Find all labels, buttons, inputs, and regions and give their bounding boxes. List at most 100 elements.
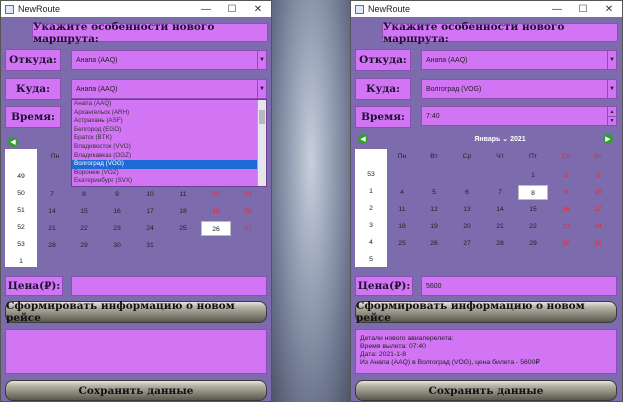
- calendar-day[interactable]: 13: [233, 187, 263, 202]
- calendar-day[interactable]: 23: [551, 219, 581, 234]
- calendar-day[interactable]: 18: [168, 204, 198, 219]
- dropdown-option[interactable]: Владивосток (VVO): [72, 143, 266, 152]
- dropdown-option[interactable]: Анапа (AAQ): [72, 100, 266, 109]
- close-icon[interactable]: ✕: [245, 4, 271, 15]
- next-month-icon[interactable]: ▶: [603, 134, 613, 144]
- calendar-day[interactable]: 24: [583, 219, 613, 234]
- minimize-icon[interactable]: —: [544, 4, 570, 15]
- calendar-day[interactable]: 28: [485, 236, 515, 251]
- dropdown-option[interactable]: Волгоград (VOG): [72, 160, 266, 169]
- calendar-day[interactable]: 13: [452, 202, 482, 217]
- dropdown-option[interactable]: Владикавказ (OGZ): [72, 152, 266, 161]
- calendar-day[interactable]: 28: [37, 238, 67, 253]
- maximize-icon[interactable]: ☐: [570, 4, 596, 15]
- calendar-day[interactable]: 29: [69, 238, 99, 253]
- calendar-day[interactable]: 21: [485, 219, 515, 234]
- calendar-day[interactable]: 4: [387, 185, 417, 200]
- calendar-day[interactable]: 20: [452, 219, 482, 234]
- dropdown-option[interactable]: Екатеринбург (SVX): [72, 177, 266, 186]
- maximize-icon[interactable]: ☐: [219, 4, 245, 15]
- calendar-day[interactable]: 21: [37, 221, 67, 236]
- week-number: 5: [369, 256, 373, 263]
- chevron-down-icon[interactable]: ⌄: [502, 136, 508, 143]
- from-select[interactable]: Анапа (AAQ) ▼: [71, 50, 267, 70]
- time-input[interactable]: 7:40 ▲ ▼: [421, 106, 617, 126]
- close-icon[interactable]: ✕: [596, 4, 622, 15]
- calendar-day[interactable]: 14: [37, 204, 67, 219]
- calendar-day[interactable]: 8: [69, 187, 99, 202]
- calendar-day[interactable]: 26: [201, 221, 231, 236]
- calendar-day[interactable]: 12: [201, 187, 231, 202]
- to-select[interactable]: Волгоград (VOG) ▼: [421, 79, 617, 99]
- calendar-day[interactable]: 16: [551, 202, 581, 217]
- dropdown-option[interactable]: Братск (BTK): [72, 134, 266, 143]
- chevron-down-icon[interactable]: ▼: [607, 80, 616, 98]
- calendar-day[interactable]: 19: [419, 219, 449, 234]
- calendar-day[interactable]: 6: [452, 185, 482, 200]
- price-input[interactable]: 5600: [421, 276, 617, 296]
- price-input[interactable]: [71, 276, 267, 296]
- prev-month-icon[interactable]: ◀: [358, 134, 368, 144]
- spin-up-icon[interactable]: ▲: [607, 107, 616, 116]
- calendar-day[interactable]: 26: [419, 236, 449, 251]
- save-button[interactable]: Сохранить данные: [5, 380, 267, 401]
- dropdown-option[interactable]: Белгород (EGO): [72, 126, 266, 135]
- calendar-day[interactable]: 14: [485, 202, 515, 217]
- dropdown-scrollbar[interactable]: [257, 100, 266, 186]
- generate-info-button[interactable]: Сформировать информацию о новом рейсе: [5, 300, 267, 324]
- calendar-day[interactable]: 11: [387, 202, 417, 217]
- calendar-day[interactable]: 1: [518, 168, 548, 183]
- to-select[interactable]: Анапа (AAQ) ▼: [71, 79, 267, 99]
- calendar-day[interactable]: 12: [419, 202, 449, 217]
- calendar-month[interactable]: Январь: [474, 136, 500, 143]
- calendar-day[interactable]: 27: [452, 236, 482, 251]
- calendar-day[interactable]: 3: [583, 168, 613, 183]
- spin-down-icon[interactable]: ▼: [607, 116, 616, 125]
- calendar-day[interactable]: 17: [583, 202, 613, 217]
- calendar-day[interactable]: 2: [551, 168, 581, 183]
- chevron-down-icon[interactable]: ▼: [257, 80, 266, 98]
- calendar-day[interactable]: 15: [69, 204, 99, 219]
- calendar-day[interactable]: 18: [387, 219, 417, 234]
- dropdown-option[interactable]: Астрахань (ASF): [72, 117, 266, 126]
- info-panel: Детали нового авиаперелета: Время вылета:…: [355, 329, 617, 374]
- calendar-day[interactable]: 11: [168, 187, 198, 202]
- dropdown-option[interactable]: Архангельск (ARH): [72, 109, 266, 118]
- calendar-day[interactable]: 7: [37, 187, 67, 202]
- calendar-day[interactable]: 22: [69, 221, 99, 236]
- calendar-day[interactable]: 5: [419, 185, 449, 200]
- calendar-day[interactable]: 15: [518, 202, 548, 217]
- calendar-day[interactable]: 8: [518, 185, 548, 200]
- calendar-day[interactable]: 30: [102, 238, 132, 253]
- calendar-day[interactable]: 10: [583, 185, 613, 200]
- chevron-down-icon[interactable]: ▼: [257, 51, 266, 69]
- chevron-down-icon[interactable]: ▼: [607, 51, 616, 69]
- save-button[interactable]: Сохранить данные: [355, 380, 617, 401]
- calendar-day[interactable]: 31: [135, 238, 165, 253]
- calendar-day[interactable]: 20: [233, 204, 263, 219]
- calendar-day[interactable]: 31: [583, 236, 613, 251]
- from-select[interactable]: Анапа (AAQ) ▼: [421, 50, 617, 70]
- calendar-day[interactable]: 27: [233, 221, 263, 236]
- calendar-day[interactable]: 7: [485, 185, 515, 200]
- to-dropdown-list[interactable]: Анапа (AAQ) Архангельск (ARH) Астрахань (A…: [71, 99, 267, 187]
- calendar-day[interactable]: 24: [135, 221, 165, 236]
- calendar-month-year[interactable]: Январь ⌄ 2021: [455, 135, 545, 143]
- calendar-day[interactable]: 30: [551, 236, 581, 251]
- calendar-day[interactable]: 9: [102, 187, 132, 202]
- minimize-icon[interactable]: —: [193, 4, 219, 15]
- calendar-year[interactable]: 2021: [510, 136, 526, 143]
- calendar-day[interactable]: 25: [168, 221, 198, 236]
- calendar-day[interactable]: 22: [518, 219, 548, 234]
- calendar-day[interactable]: 23: [102, 221, 132, 236]
- calendar-day[interactable]: 10: [135, 187, 165, 202]
- calendar-day[interactable]: 29: [518, 236, 548, 251]
- calendar-day[interactable]: 17: [135, 204, 165, 219]
- calendar-day[interactable]: 16: [102, 204, 132, 219]
- scrollbar-thumb[interactable]: [259, 110, 265, 124]
- calendar-day[interactable]: 19: [201, 204, 231, 219]
- calendar-day[interactable]: 25: [387, 236, 417, 251]
- generate-info-button[interactable]: Сформировать информацию о новом рейсе: [355, 300, 617, 324]
- calendar-day[interactable]: 9: [551, 185, 581, 200]
- prev-month-icon[interactable]: ◀: [8, 137, 18, 147]
